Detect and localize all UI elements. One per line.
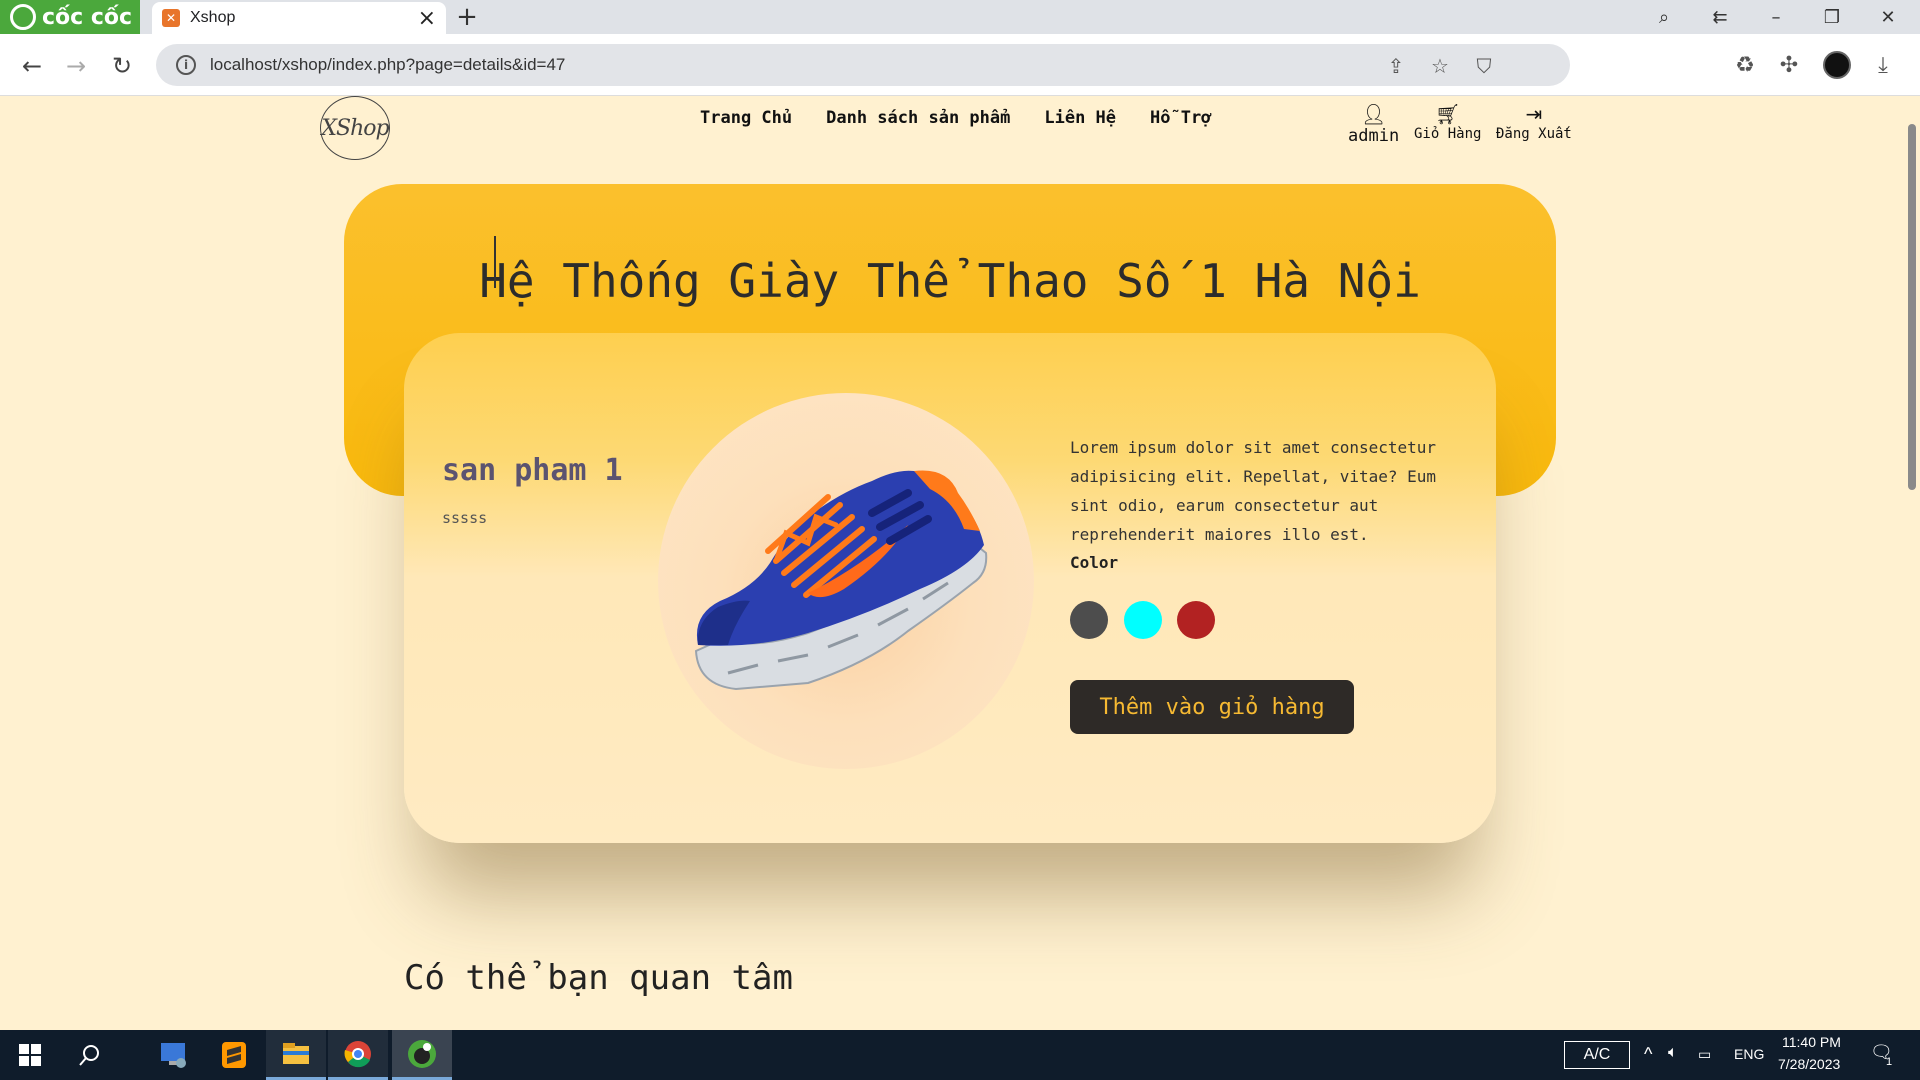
color-swatch-red[interactable]	[1177, 601, 1215, 639]
search-taskbar-icon[interactable]	[60, 1030, 120, 1080]
search-tabs-icon[interactable]: ⌕	[1636, 0, 1692, 34]
add-to-cart-button[interactable]: Thêm vào giỏ hàng	[1070, 680, 1354, 734]
related-section-title: Có thể bạn quan tâm	[404, 958, 793, 998]
coccoc-logo-icon	[10, 4, 36, 30]
puzzle-icon[interactable]: ✣	[1772, 48, 1806, 82]
logout-icon: ⇥	[1525, 102, 1543, 126]
sneaker-image	[694, 470, 988, 691]
clock-date[interactable]: 7/28/2023	[1778, 1056, 1840, 1072]
url-input[interactable]	[210, 55, 1110, 75]
close-tab-icon[interactable]: ×	[418, 6, 436, 31]
browser-tabbar: cốc cốc ✕ Xshop × + ⌕ ⇇ – ❐ ✕	[0, 0, 1920, 34]
language-indicator[interactable]: ENG	[1734, 1046, 1764, 1062]
clock-time[interactable]: 11:40 PM	[1782, 1034, 1841, 1050]
product-image	[658, 393, 1034, 769]
browser-brand-label: cốc cốc	[42, 4, 133, 30]
nav-support[interactable]: Hỗ Trợ	[1150, 108, 1211, 128]
browser-toolbar: ← → ↻ i ⇪ ☆ ⛉ ♻ ✣ ⤓	[0, 34, 1920, 96]
address-bar[interactable]: i ⇪ ☆ ⛉	[156, 44, 1570, 86]
cart-link[interactable]: 🛒︎ Giỏ Hàng	[1414, 104, 1481, 142]
color-label: Color	[1070, 553, 1119, 572]
reload-icon[interactable]: ↻	[104, 48, 140, 84]
computer-app-icon[interactable]	[144, 1030, 204, 1080]
shield-icon[interactable]: ⛉	[1470, 52, 1498, 80]
product-description: Lorem ipsum dolor sit amet consectetur a…	[1070, 438, 1437, 544]
nav-home[interactable]: Trang Chủ	[700, 108, 792, 128]
ac-indicator[interactable]: A/C	[1564, 1041, 1630, 1069]
text-caret	[494, 236, 496, 288]
user-icon: 👤︎	[1360, 102, 1387, 126]
logout-link[interactable]: ⇥ Đăng Xuất	[1496, 104, 1572, 142]
info-icon[interactable]: i	[176, 55, 196, 75]
back-icon[interactable]: ←	[14, 48, 50, 84]
tray-expand-icon[interactable]: ^	[1644, 1044, 1652, 1065]
site-logo[interactable]: XShop	[320, 96, 390, 160]
product-card: san pham 1 sssss Lorem ipsum dolor sit a…	[404, 333, 1496, 843]
forward-icon[interactable]: →	[58, 48, 94, 84]
download-icon[interactable]: ⤓	[1866, 48, 1900, 82]
xampp-favicon-icon: ✕	[162, 9, 180, 27]
browser-tab[interactable]: ✕ Xshop ×	[152, 2, 446, 34]
scrollbar-thumb[interactable]	[1908, 124, 1916, 490]
windows-taskbar: A/C ^ 🔈︎ ▭ ENG 11:40 PM 7/28/2023 🗨︎ 1	[0, 1030, 1920, 1080]
product-subtitle: sssss	[442, 509, 488, 527]
product-name: san pham 1	[442, 453, 623, 488]
web-page: XShop Trang Chủ Danh sách sản phẩm Liên …	[0, 96, 1920, 1030]
user-account-link[interactable]: 👤︎ admin	[1348, 104, 1399, 146]
battery-icon[interactable]: ▭	[1698, 1046, 1711, 1063]
recycle-icon[interactable]: ♻	[1728, 48, 1762, 82]
windows-logo-icon	[19, 1044, 41, 1066]
close-window-button[interactable]: ✕	[1860, 0, 1916, 34]
color-swatch-gray[interactable]	[1070, 601, 1108, 639]
page-scrollbar[interactable]	[1906, 104, 1918, 1030]
restore-button[interactable]: ❐	[1804, 0, 1860, 34]
coccoc-taskbar-icon[interactable]	[392, 1030, 452, 1080]
logout-label: Đăng Xuất	[1496, 126, 1572, 142]
file-explorer-icon[interactable]	[266, 1030, 326, 1080]
profile-icon[interactable]	[1820, 48, 1854, 82]
color-swatch-cyan[interactable]	[1124, 601, 1162, 639]
browser-brand[interactable]: cốc cốc	[0, 0, 140, 34]
tab-back-icon[interactable]: ⇇	[1692, 0, 1748, 34]
minimize-button[interactable]: –	[1748, 0, 1804, 34]
nav-contact[interactable]: Liên Hệ	[1044, 108, 1116, 128]
hero-title: Hệ Thống Giày Thể Thao Số 1 Hà Nội	[479, 254, 1421, 308]
star-icon[interactable]: ☆	[1426, 52, 1454, 80]
chrome-icon[interactable]	[328, 1030, 388, 1080]
cart-label: Giỏ Hàng	[1414, 126, 1482, 142]
cart-icon: 🛒︎	[1435, 102, 1461, 126]
volume-icon[interactable]: 🔈︎	[1668, 1044, 1678, 1062]
notification-count: 1	[1886, 1056, 1893, 1068]
tab-title: Xshop	[190, 9, 236, 26]
start-button[interactable]	[0, 1030, 60, 1080]
main-nav: Trang Chủ Danh sách sản phẩm Liên Hệ Hỗ …	[700, 108, 1211, 128]
share-icon[interactable]: ⇪	[1382, 52, 1410, 80]
sublime-text-icon[interactable]	[204, 1030, 264, 1080]
new-tab-button[interactable]: +	[452, 2, 482, 32]
nav-products[interactable]: Danh sách sản phẩm	[826, 108, 1010, 128]
username-label: admin	[1348, 126, 1400, 146]
